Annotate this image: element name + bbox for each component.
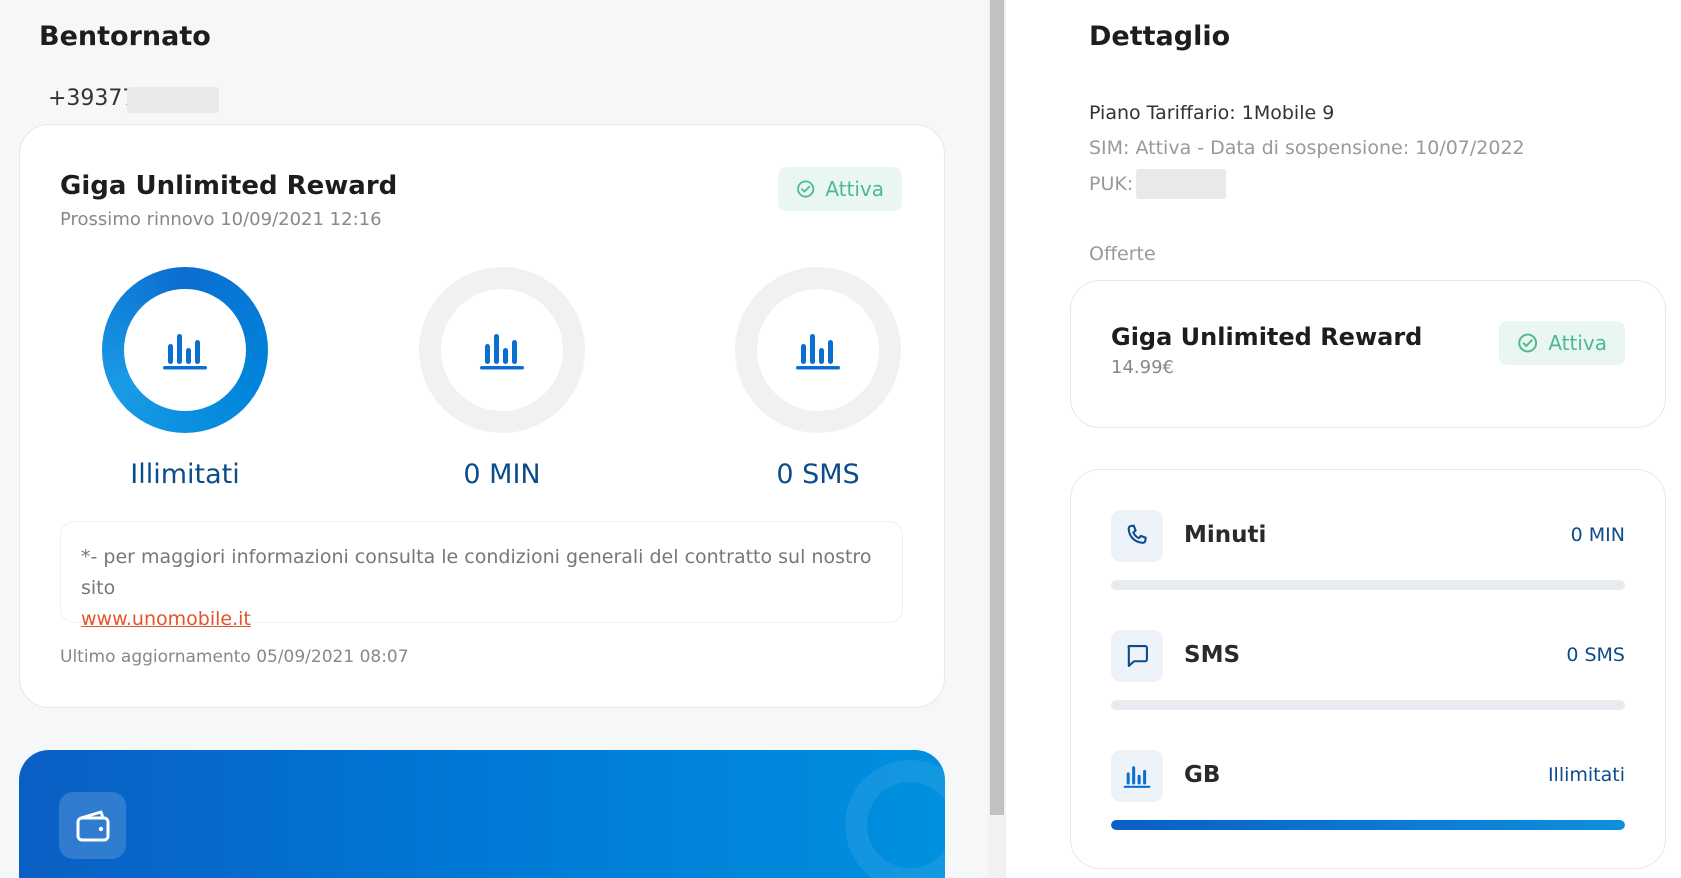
plan-title: Giga Unlimited Reward — [60, 171, 398, 201]
puk-label: PUK: — [1089, 173, 1134, 195]
tariff-plan: Piano Tariffario: 1Mobile 9 — [1089, 102, 1335, 124]
usage-row-sms: SMS 0 SMS — [1111, 630, 1625, 750]
usage-value-gb: Illimitati — [1547, 764, 1625, 786]
status-label: Attiva — [825, 177, 884, 201]
usage-name-sms: SMS — [1184, 642, 1241, 668]
wallet-icon-container — [59, 792, 126, 859]
offer-title: Giga Unlimited Reward — [1111, 323, 1423, 351]
usage-bar-sms — [1111, 700, 1625, 710]
check-circle-icon — [797, 180, 815, 198]
bar-chart-icon — [1123, 766, 1151, 788]
plan-card: Giga Unlimited Reward Prossimo rinnovo 1… — [19, 124, 945, 708]
puk-redacted — [1136, 169, 1226, 199]
detail-title: Dettaglio — [1089, 21, 1231, 52]
usage-name-minutes: Minuti — [1184, 522, 1267, 548]
last-updated: Ultimo aggiornamento 05/09/2021 08:07 — [60, 647, 409, 667]
phone-number-redacted — [127, 87, 219, 113]
data-meter: Illimitati — [100, 267, 270, 490]
bar-chart-icon — [163, 334, 207, 370]
message-icon — [1127, 645, 1148, 667]
offers-label: Offerte — [1089, 243, 1156, 265]
data-meter-label: Illimitati — [130, 459, 240, 490]
minutes-meter-label: 0 MIN — [463, 459, 541, 490]
phone-icon-container — [1111, 510, 1163, 562]
detail-panel: Dettaglio Piano Tariffario: 1Mobile 9 SI… — [1006, 0, 1681, 878]
offer-status-badge: Attiva — [1499, 321, 1625, 365]
website-link[interactable]: www.unomobile.it — [81, 608, 251, 630]
bar-chart-icon-container — [1111, 750, 1163, 802]
message-icon-container — [1111, 630, 1163, 682]
status-badge: Attiva — [778, 167, 902, 211]
usage-card: Minuti 0 MIN SMS 0 SMS GB Illimitati — [1070, 469, 1666, 869]
sms-meter-label: 0 SMS — [776, 459, 860, 490]
offer-card[interactable]: Giga Unlimited Reward 14.99€ Attiva — [1070, 280, 1666, 428]
usage-bar-minutes — [1111, 580, 1625, 590]
sim-status: SIM: Attiva - Data di sospensione: 10/07… — [1089, 137, 1525, 159]
check-circle-icon — [1518, 333, 1538, 353]
offer-price: 14.99€ — [1111, 357, 1174, 378]
usage-row-minutes: Minuti 0 MIN — [1111, 510, 1625, 630]
welcome-title: Bentornato — [39, 21, 211, 52]
usage-name-gb: GB — [1184, 762, 1221, 788]
sms-meter: 0 SMS — [733, 267, 903, 490]
minutes-ring — [419, 267, 585, 433]
phone-number: +39377 — [48, 86, 137, 111]
renewal-date: Prossimo rinnovo 10/09/2021 12:16 — [60, 209, 382, 230]
bar-chart-icon — [796, 334, 840, 370]
home-panel: Bentornato +39377 Giga Unlimited Reward … — [0, 0, 988, 878]
info-box: *- per maggiori informazioni consulta le… — [60, 521, 903, 630]
usage-fill-gb — [1111, 820, 1625, 830]
scrollbar-thumb[interactable] — [990, 0, 1004, 815]
minutes-meter: 0 MIN — [417, 267, 587, 490]
wallet-icon — [76, 810, 109, 841]
usage-bar-gb — [1111, 820, 1625, 830]
usage-value-minutes: 0 MIN — [1570, 524, 1625, 546]
wallet-card[interactable] — [19, 750, 945, 878]
offer-status-label: Attiva — [1548, 331, 1607, 355]
usage-row-gb: GB Illimitati — [1111, 750, 1625, 870]
phone-icon — [1127, 524, 1147, 544]
decorative-circle — [845, 760, 945, 878]
bar-chart-icon — [480, 334, 524, 370]
info-text: *- per maggiori informazioni consulta le… — [81, 546, 872, 599]
usage-value-sms: 0 SMS — [1566, 644, 1625, 666]
data-ring — [102, 267, 268, 433]
sms-ring — [735, 267, 901, 433]
